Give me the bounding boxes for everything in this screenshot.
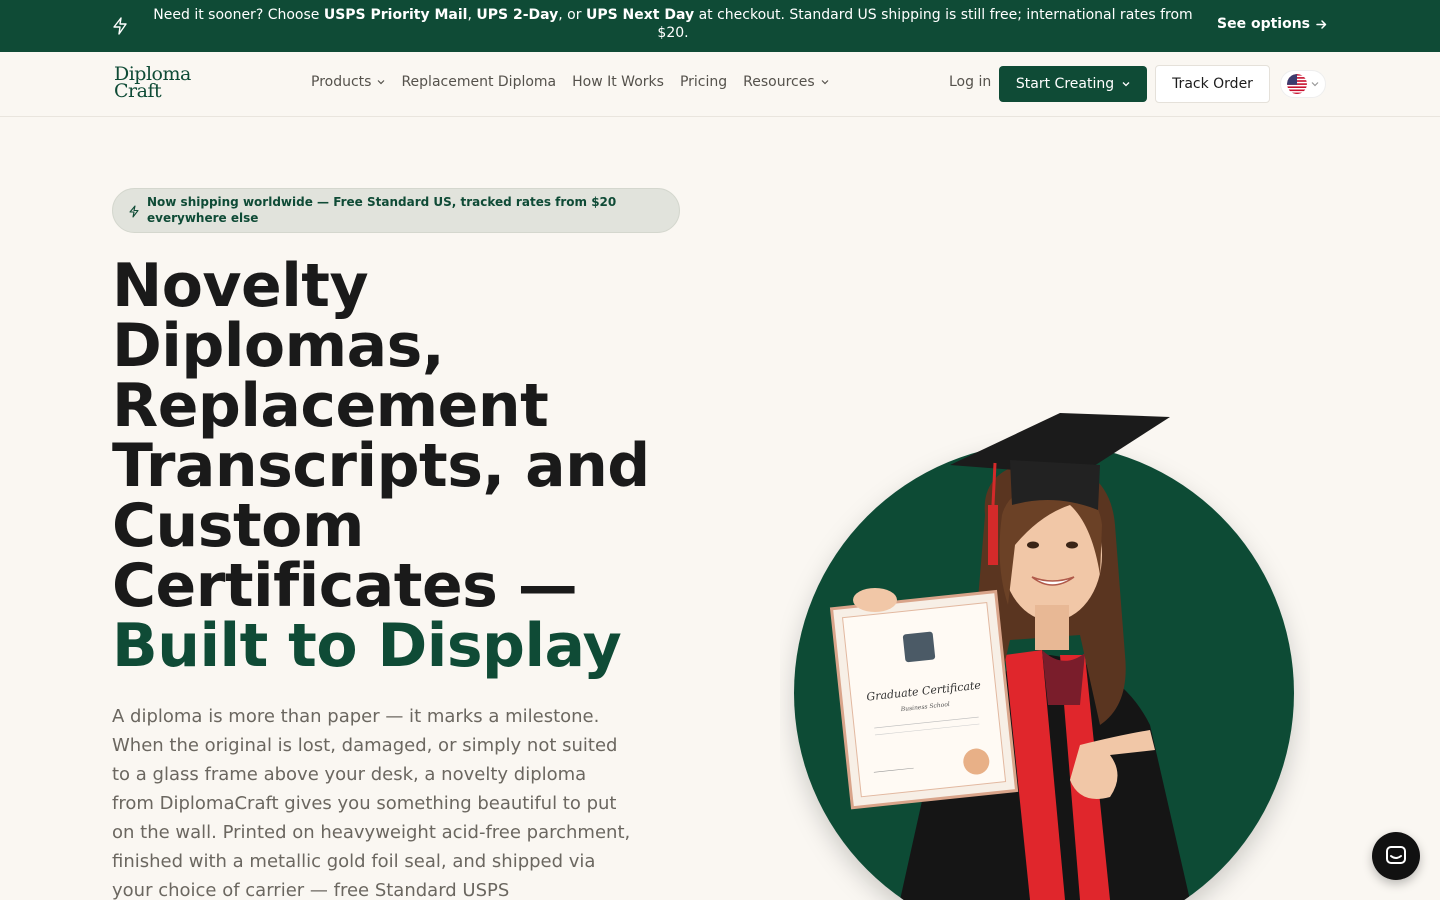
nav-item-resources[interactable]: Resources xyxy=(743,74,829,90)
certificate-graphic: Graduate Certificate Business School xyxy=(829,589,1019,810)
diplomacraft-logo[interactable]: Diploma Craft xyxy=(114,65,204,102)
login-link[interactable]: Log in xyxy=(949,74,991,90)
chevron-down-icon xyxy=(821,80,829,85)
us-flag-icon xyxy=(1287,74,1307,94)
graduate-hero-image: Graduate Certificate Business School xyxy=(794,413,1294,900)
chat-launcher-button[interactable] xyxy=(1372,832,1420,880)
main-navbar: Diploma Craft Products Replacement Diplo… xyxy=(0,52,1440,117)
hero-title-accent: Built to Display xyxy=(112,611,622,681)
hero-paragraph: A diploma is more than paper — it marks … xyxy=(112,706,631,900)
nav-label: How It Works xyxy=(572,74,664,90)
bolt-icon xyxy=(129,205,139,218)
shipping-badge: Now shipping worldwide — Free Standard U… xyxy=(112,188,680,233)
start-creating-button[interactable]: Start Creating xyxy=(999,66,1147,102)
track-order-button[interactable]: Track Order xyxy=(1155,65,1270,103)
announcement-bar: Need it sooner? Choose USPS Priority Mai… xyxy=(0,0,1440,52)
nav-item-replacement-diploma[interactable]: Replacement Diploma xyxy=(401,74,556,90)
hero-title: Novelty Diplomas, Replacement Transcript… xyxy=(112,256,712,676)
ups-nextday-option: UPS Next Day xyxy=(585,7,695,23)
chevron-down-icon xyxy=(1122,82,1130,87)
nav-item-how-it-works[interactable]: How It Works xyxy=(572,74,664,90)
announcement-text: Need it sooner? Choose USPS Priority Mai… xyxy=(153,7,1193,41)
start-creating-label: Start Creating xyxy=(1015,76,1115,92)
logo-line-2: Craft xyxy=(114,80,162,102)
nav-label: Pricing xyxy=(679,74,728,90)
chevron-down-icon xyxy=(1311,82,1319,87)
nav-label: Resources xyxy=(743,74,815,90)
nav-label: Products xyxy=(311,74,372,90)
chat-icon xyxy=(1386,846,1406,864)
chevron-down-icon xyxy=(378,80,385,85)
shipping-badge-text: Now shipping worldwide — Free Standard U… xyxy=(147,195,617,225)
usps-priority-option: USPS Priority Mail xyxy=(323,7,468,23)
primary-menu: Products Replacement Diploma How It Work… xyxy=(311,74,829,90)
ups-2day-option: UPS 2-Day xyxy=(476,7,559,23)
bolt-icon xyxy=(113,17,127,35)
nav-item-products[interactable]: Products xyxy=(311,74,385,90)
language-selector[interactable] xyxy=(1280,70,1326,98)
see-options-link[interactable]: See options xyxy=(1217,16,1327,32)
arrow-right-icon xyxy=(1316,19,1327,29)
nav-label: Replacement Diploma xyxy=(401,74,557,90)
nav-item-pricing[interactable]: Pricing xyxy=(680,74,727,90)
see-options-label: See options xyxy=(1217,16,1310,32)
